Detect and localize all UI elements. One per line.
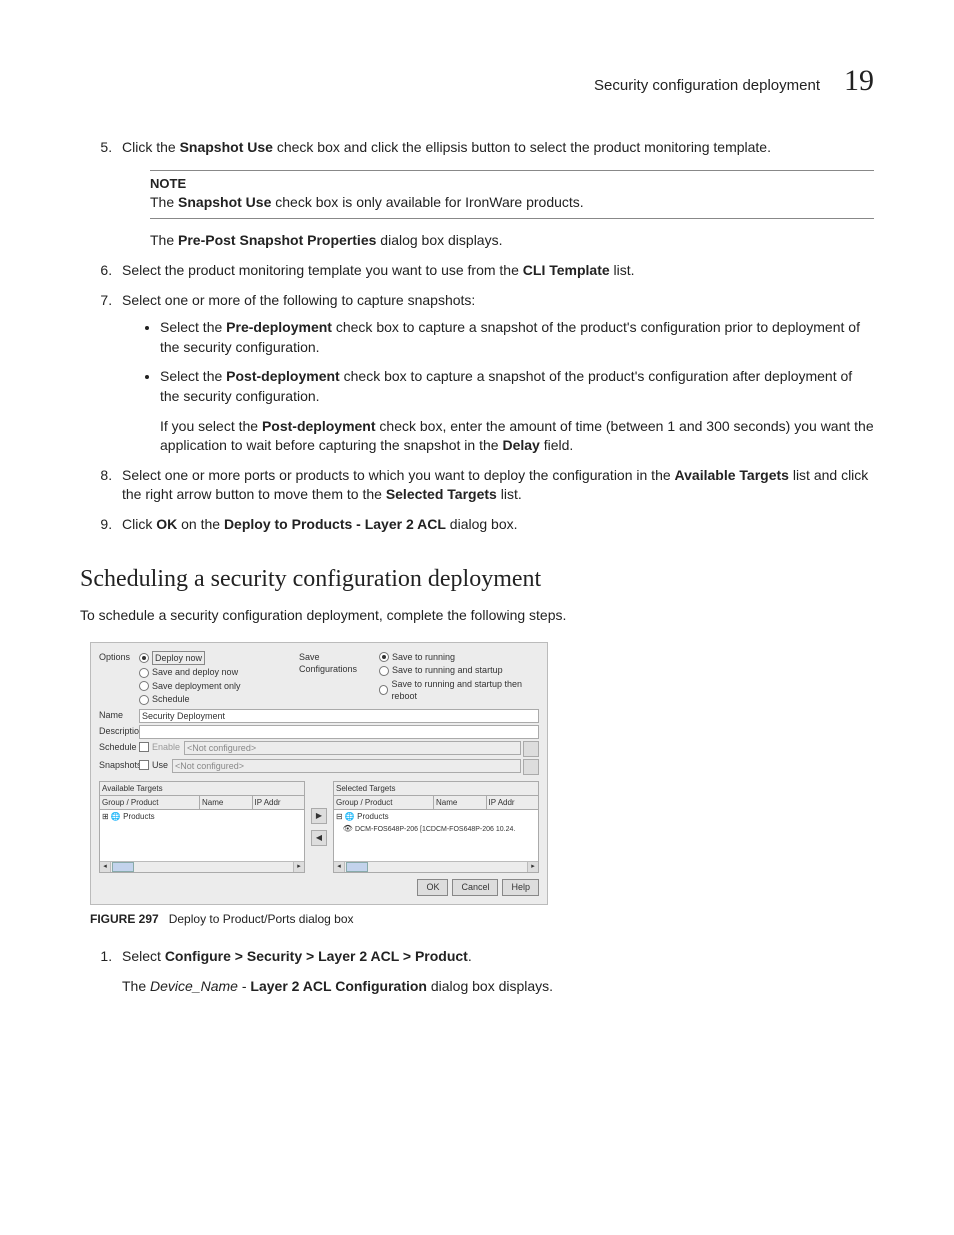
help-button[interactable]: Help [502, 879, 539, 896]
checkbox-icon [139, 760, 149, 770]
page-header-title: Security configuration deployment [594, 75, 820, 96]
cancel-button[interactable]: Cancel [452, 879, 498, 896]
step-b1: Select Configure > Security > Layer 2 AC… [116, 947, 874, 996]
move-right-button[interactable]: ▶ [311, 808, 327, 824]
name-input[interactable]: Security Deployment [139, 709, 539, 723]
schedule-enable-checkbox[interactable]: Enable [139, 741, 180, 754]
schedule-value: <Not configured> [184, 741, 521, 755]
radio-icon [139, 681, 149, 691]
option-deploy-now[interactable]: Deploy now [139, 651, 299, 666]
move-left-button[interactable]: ◀ [311, 830, 327, 846]
radio-icon [139, 668, 149, 678]
hscrollbar[interactable]: ◂▸ [334, 861, 538, 872]
section-heading: Scheduling a security configuration depl… [80, 563, 874, 597]
schedule-browse-button[interactable] [523, 741, 539, 757]
radio-icon [139, 653, 149, 663]
hscrollbar[interactable]: ◂▸ [100, 861, 304, 872]
figure-caption: FIGURE 297 Deploy to Product/Ports dialo… [90, 911, 874, 928]
page-number: 19 [844, 60, 874, 102]
step-8: Select one or more ports or products to … [116, 466, 874, 505]
step-9: Click OK on the Deploy to Products - Lay… [116, 515, 874, 535]
step-5: Click the Snapshot Use check box and cli… [116, 138, 874, 251]
radio-icon [379, 685, 388, 695]
snapshot-value: <Not configured> [172, 759, 521, 773]
section-intro: To schedule a security configuration dep… [80, 606, 874, 626]
ok-button[interactable]: OK [417, 879, 448, 896]
note-box: NOTE The Snapshot Use check box is only … [150, 170, 874, 220]
save-running-startup-reboot[interactable]: Save to running and startup then reboot [379, 678, 539, 703]
radio-icon [379, 652, 389, 662]
step-7-bullet-1: Select the Pre-deployment check box to c… [160, 318, 874, 357]
deploy-dialog: Options Deploy now Save and deploy now S… [90, 642, 548, 905]
radio-icon [379, 666, 389, 676]
selected-targets-list[interactable]: Selected Targets Group / Product Name IP… [333, 781, 539, 873]
option-save-only[interactable]: Save deployment only [139, 680, 299, 693]
snapshot-use-checkbox[interactable]: Use [139, 759, 168, 772]
step-6: Select the product monitoring template y… [116, 261, 874, 281]
save-running-startup[interactable]: Save to running and startup [379, 664, 539, 677]
snapshot-browse-button[interactable] [523, 759, 539, 775]
radio-icon [139, 695, 149, 705]
save-running[interactable]: Save to running [379, 651, 539, 664]
option-save-deploy-now[interactable]: Save and deploy now [139, 666, 299, 679]
available-targets-list[interactable]: Available Targets Group / Product Name I… [99, 781, 305, 873]
step-7-bullet-2: Select the Post-deployment check box to … [160, 367, 874, 455]
description-input[interactable] [139, 725, 539, 739]
checkbox-icon [139, 742, 149, 752]
step-7: Select one or more of the following to c… [116, 291, 874, 456]
option-schedule[interactable]: Schedule [139, 693, 299, 706]
